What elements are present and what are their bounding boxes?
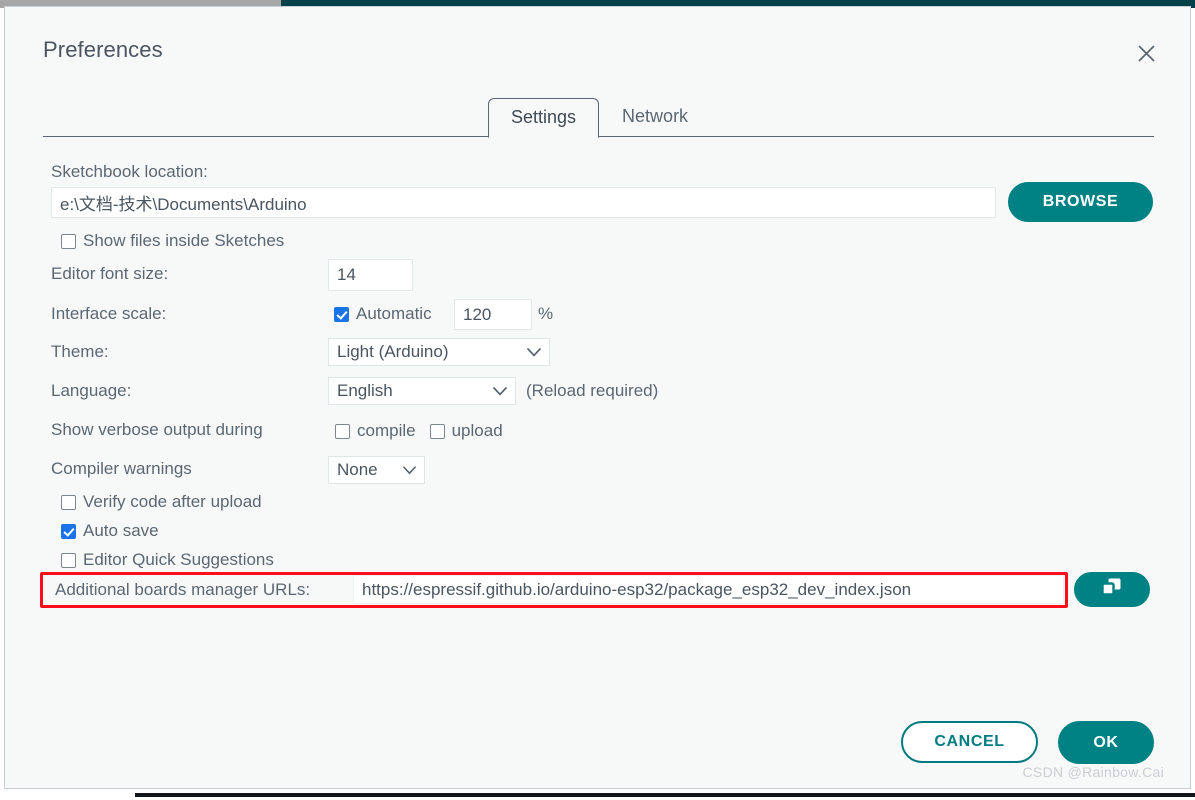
verify-code-after-upload-row: Verify code after upload [61, 492, 262, 512]
verify-code-after-upload-checkbox[interactable]: Verify code after upload [61, 492, 262, 512]
interface-scale-automatic-label: Automatic [356, 304, 432, 323]
browse-button-label: BROWSE [1042, 193, 1119, 210]
preferences-dialog: Preferences Settings Network Sketchbook … [4, 6, 1191, 789]
ok-button[interactable]: OK [1058, 721, 1154, 764]
checkbox-box-icon [61, 552, 76, 568]
show-files-inside-sketches-label: Show files inside Sketches [83, 231, 285, 250]
cancel-button-label: CANCEL [934, 733, 1005, 750]
checkbox-checked-icon [61, 523, 76, 539]
sketchbook-location-input[interactable]: e:\文档-技术\Documents\Arduino [51, 187, 996, 218]
language-select-value: English [337, 381, 393, 400]
editor-font-size-label: Editor font size: [51, 264, 169, 283]
language-note-row: (Reload required) [526, 381, 658, 401]
ok-button-label: OK [1093, 733, 1119, 751]
auto-save-row: Auto save [61, 521, 159, 541]
dialog-titlebar: Preferences [5, 7, 1190, 79]
sketchbook-location-value: e:\文档-技术\Documents\Arduino [60, 195, 307, 214]
additional-urls-value: https://espressif.github.io/arduino-esp3… [362, 579, 912, 599]
auto-save-checkbox[interactable]: Auto save [61, 521, 159, 541]
interface-scale-unit: % [538, 304, 554, 323]
checkbox-box-icon [429, 423, 445, 439]
additional-urls-edit-button[interactable] [1074, 572, 1150, 607]
interface-scale-value: 120 [463, 304, 492, 324]
editor-quick-suggestions-row: Editor Quick Suggestions [61, 550, 274, 570]
tab-strip: Settings Network [43, 97, 1154, 138]
interface-scale-label-row: Interface scale: [51, 304, 166, 324]
browse-button[interactable]: BROWSE [1008, 182, 1153, 222]
theme-label-row: Theme: [51, 342, 109, 362]
sketchbook-location-label-row: Sketchbook location: [51, 162, 208, 182]
tab-settings-label: Settings [511, 107, 577, 127]
cancel-button[interactable]: CANCEL [901, 721, 1038, 763]
additional-urls-input[interactable]: https://espressif.github.io/arduino-esp3… [353, 575, 1064, 604]
tab-network-label: Network [622, 106, 689, 126]
close-icon[interactable] [1132, 39, 1160, 67]
verbose-upload-label: upload [451, 421, 503, 440]
chevron-down-icon [527, 342, 541, 362]
interface-scale-input[interactable]: 120 [454, 299, 532, 330]
chevron-down-icon [403, 460, 416, 480]
theme-select[interactable]: Light (Arduino) [328, 338, 550, 366]
compiler-warnings-label: Compiler warnings [51, 459, 192, 478]
checkbox-checked-icon [334, 306, 349, 322]
verbose-compile-checkbox[interactable]: compile [335, 421, 416, 441]
compiler-warnings-value: None [337, 460, 378, 479]
language-select[interactable]: English [328, 377, 516, 405]
interface-scale-automatic-row: Automatic [334, 304, 432, 324]
additional-urls-label: Additional boards manager URLs: [55, 580, 311, 599]
verbose-output-checkbox-row: compile upload [335, 421, 503, 441]
interface-scale-automatic-checkbox[interactable]: Automatic [334, 304, 432, 324]
watermark: CSDN @Rainbow.Cai [1022, 764, 1164, 780]
editor-quick-suggestions-checkbox[interactable]: Editor Quick Suggestions [61, 550, 274, 570]
interface-scale-label: Interface scale: [51, 304, 167, 323]
theme-select-value: Light (Arduino) [337, 342, 449, 361]
editor-font-size-label-row: Editor font size: [51, 264, 168, 284]
open-window-icon [1101, 577, 1123, 602]
checkbox-box-icon [335, 423, 350, 439]
editor-quick-suggestions-label: Editor Quick Suggestions [83, 550, 274, 569]
verbose-output-label-row: Show verbose output during [51, 420, 263, 440]
sketchbook-location-label: Sketchbook location: [51, 162, 208, 181]
verbose-compile-label: compile [357, 421, 416, 440]
verify-code-after-upload-label: Verify code after upload [83, 492, 262, 511]
show-files-inside-sketches-row: Show files inside Sketches [61, 231, 284, 251]
checkbox-box-icon [61, 494, 76, 510]
page-title: Preferences [43, 37, 163, 62]
verbose-upload-checkbox[interactable]: upload [429, 421, 503, 441]
editor-font-size-value: 14 [337, 265, 356, 284]
language-reload-note: (Reload required) [526, 381, 659, 400]
verbose-output-label: Show verbose output during [51, 420, 263, 439]
additional-urls-label-row: Additional boards manager URLs: [55, 580, 310, 600]
auto-save-label: Auto save [83, 521, 159, 540]
chevron-down-icon [493, 381, 507, 401]
compiler-warnings-select[interactable]: None [328, 456, 425, 484]
background-bar-bottom [135, 793, 1195, 797]
interface-scale-unit-row: % [538, 304, 553, 324]
language-label-row: Language: [51, 381, 131, 401]
tab-settings[interactable]: Settings [488, 98, 600, 138]
theme-label: Theme: [51, 342, 109, 361]
checkbox-box-icon [61, 233, 76, 249]
compiler-warnings-label-row: Compiler warnings [51, 459, 192, 479]
screen-root: Preferences Settings Network Sketchbook … [0, 0, 1195, 800]
show-files-inside-sketches-checkbox[interactable]: Show files inside Sketches [61, 231, 284, 251]
editor-font-size-input[interactable]: 14 [328, 259, 413, 291]
language-label: Language: [51, 381, 132, 400]
tab-network[interactable]: Network [599, 97, 711, 137]
